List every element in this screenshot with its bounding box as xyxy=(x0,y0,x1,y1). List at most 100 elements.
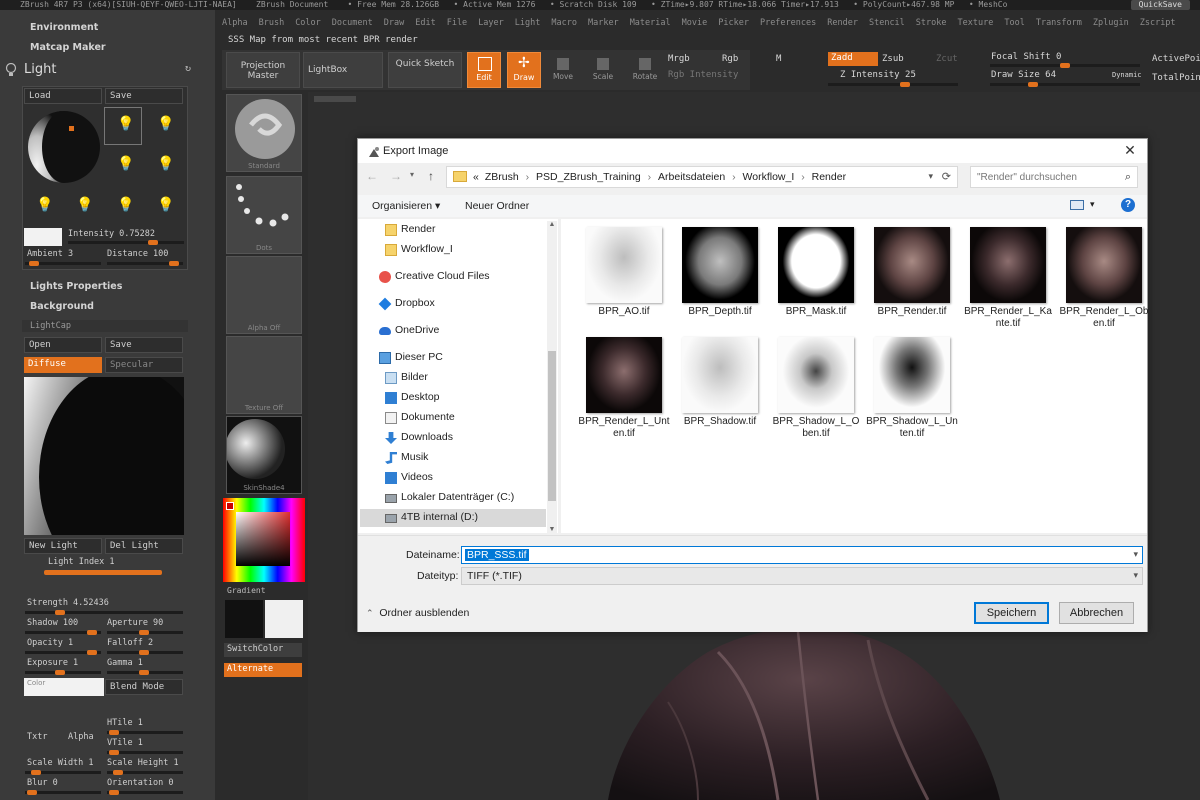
switchcolor-button[interactable]: SwitchColor xyxy=(224,643,302,657)
filetype-dropdown-icon[interactable]: ▾ xyxy=(1133,570,1138,581)
bulb-icon[interactable]: 💡 xyxy=(36,197,53,213)
nav-item[interactable]: Dokumente xyxy=(401,411,455,423)
opacity-slider[interactable] xyxy=(25,650,101,655)
environment-menu[interactable]: Environment xyxy=(30,22,98,33)
file-item[interactable]: BPR_Render_L_Unten.tif xyxy=(578,337,670,440)
filename-input[interactable]: BPR_SSS.tif ▾ xyxy=(461,546,1143,564)
file-item[interactable]: BPR_Shadow_L_Unten.tif xyxy=(866,337,958,440)
bulb-icon[interactable]: 💡 xyxy=(117,156,134,172)
menu-alpha[interactable]: Alpha xyxy=(222,18,248,28)
menu-draw[interactable]: Draw xyxy=(384,18,404,28)
menu-tool[interactable]: Tool xyxy=(1004,18,1024,28)
scale-height-slider[interactable] xyxy=(107,770,183,775)
draw-button[interactable]: ✢ Draw xyxy=(507,52,541,88)
blur-slider[interactable] xyxy=(25,790,101,795)
shadow-slider[interactable] xyxy=(25,630,101,635)
bulb-icon[interactable]: 💡 xyxy=(157,156,174,172)
refresh-icon[interactable]: ↻ xyxy=(185,64,195,74)
nav-item[interactable]: 4TB internal (D:) xyxy=(401,511,478,523)
lights-properties-menu[interactable]: Lights Properties xyxy=(30,281,122,292)
orientation-slider[interactable] xyxy=(107,790,183,795)
search-input[interactable]: "Render" durchsuchen ⌕ xyxy=(970,166,1138,188)
quick-sketch-button[interactable]: Quick Sketch xyxy=(388,52,462,88)
light-color-swatch[interactable] xyxy=(24,228,62,246)
nav-item[interactable]: Dieser PC xyxy=(395,351,443,363)
rotate-button[interactable]: Rotate xyxy=(628,52,662,88)
breadcrumb-separator-icon[interactable]: › xyxy=(798,171,807,183)
scroll-down-icon[interactable]: ▼ xyxy=(547,526,557,533)
nav-item[interactable]: Bilder xyxy=(401,371,428,383)
file-item[interactable]: BPR_Shadow.tif xyxy=(674,337,766,428)
refresh-icon[interactable]: ⟳ xyxy=(942,170,951,183)
menu-movie[interactable]: Movie xyxy=(682,18,708,28)
nav-item[interactable]: Render xyxy=(401,223,435,235)
texture-thumbnail[interactable]: Texture Off xyxy=(226,336,302,414)
del-light-button[interactable]: Del Light xyxy=(105,538,183,554)
txtr-label[interactable]: Txtr xyxy=(27,732,47,742)
menu-light[interactable]: Light xyxy=(515,18,541,28)
light-index-slider[interactable] xyxy=(44,570,162,575)
canvas-scroll-handle[interactable] xyxy=(314,96,356,102)
menu-zscript[interactable]: Zscript xyxy=(1140,18,1176,28)
zadd-toggle[interactable]: Zadd xyxy=(828,52,878,66)
file-item[interactable]: BPR_Depth.tif xyxy=(674,227,766,318)
menu-edit[interactable]: Edit xyxy=(415,18,435,28)
light-palette-title[interactable]: Light xyxy=(24,62,56,77)
menu-marker[interactable]: Marker xyxy=(588,18,619,28)
filetype-select[interactable]: TIFF (*.TIF) ▾ xyxy=(461,567,1143,585)
file-item[interactable]: BPR_Render_L_Oben.tif xyxy=(1058,227,1150,330)
breadcrumb-item[interactable]: ZBrush xyxy=(485,171,519,183)
menu-render[interactable]: Render xyxy=(827,18,858,28)
falloff-slider[interactable] xyxy=(107,650,183,655)
blend-mode-button[interactable]: Blend Mode xyxy=(105,679,183,695)
breadcrumb-separator-icon[interactable]: › xyxy=(729,171,738,183)
view-options-icon[interactable] xyxy=(1070,200,1084,210)
save-button[interactable]: Speichern xyxy=(974,602,1049,624)
help-icon[interactable]: ? xyxy=(1121,198,1135,212)
menu-document[interactable]: Document xyxy=(332,18,373,28)
menu-transform[interactable]: Transform xyxy=(1036,18,1082,28)
intensity-slider[interactable] xyxy=(68,240,184,245)
dynamic-toggle[interactable]: Dynamic xyxy=(1112,71,1142,79)
up-arrow-icon[interactable]: ↑ xyxy=(428,169,444,185)
focal-shift-slider[interactable] xyxy=(990,63,1140,68)
nav-item[interactable]: Musik xyxy=(401,451,428,463)
stroke-thumbnail[interactable]: Dots xyxy=(226,176,302,254)
ambient-slider[interactable] xyxy=(25,261,101,266)
light-sphere-preview[interactable] xyxy=(27,110,101,184)
alternate-button[interactable]: Alternate xyxy=(224,663,302,677)
bulb-icon[interactable]: 💡 xyxy=(157,116,174,132)
lightcap-open-button[interactable]: Open xyxy=(24,337,102,353)
nav-item[interactable]: Desktop xyxy=(401,391,440,403)
diffuse-toggle[interactable]: Diffuse xyxy=(24,357,102,373)
file-item[interactable]: BPR_Shadow_L_Oben.tif xyxy=(770,337,862,440)
address-dropdown-icon[interactable]: ▾ xyxy=(928,171,933,182)
scale-button[interactable]: Scale xyxy=(588,52,618,88)
scroll-up-icon[interactable]: ▲ xyxy=(547,221,557,228)
new-folder-button[interactable]: Neuer Ordner xyxy=(465,200,529,212)
scale-width-slider[interactable] xyxy=(25,770,101,775)
mrgb-toggle[interactable]: Mrgb xyxy=(668,54,690,64)
breadcrumb-item[interactable]: Workflow_I xyxy=(743,171,795,183)
exposure-slider[interactable] xyxy=(25,670,101,675)
menu-layer[interactable]: Layer xyxy=(478,18,504,28)
projection-master-button[interactable]: Projection Master xyxy=(226,52,300,88)
nav-item[interactable]: Downloads xyxy=(401,431,453,443)
nav-item[interactable]: Lokaler Datenträger (C:) xyxy=(401,491,514,503)
zsub-toggle[interactable]: Zsub xyxy=(882,54,904,64)
background-menu[interactable]: Background xyxy=(30,301,94,312)
alpha-label[interactable]: Alpha xyxy=(68,732,94,742)
menu-texture[interactable]: Texture xyxy=(958,18,994,28)
nav-scrollbar[interactable]: ▲ ▼ xyxy=(547,221,557,533)
breadcrumb-item[interactable]: PSD_ZBrush_Training xyxy=(536,171,641,183)
menu-stencil[interactable]: Stencil xyxy=(869,18,905,28)
file-item[interactable]: BPR_Mask.tif xyxy=(770,227,862,318)
nav-item[interactable]: Workflow_I xyxy=(401,243,453,255)
light-save-button[interactable]: Save xyxy=(105,88,183,104)
lightcap-save-button[interactable]: Save xyxy=(105,337,183,353)
m-toggle[interactable]: M xyxy=(776,54,781,64)
close-icon[interactable]: ✕ xyxy=(1121,141,1139,159)
lightcap-color-swatch[interactable]: Color xyxy=(24,678,104,696)
menu-picker[interactable]: Picker xyxy=(718,18,749,28)
hide-folders-toggle[interactable]: ⌃ Ordner ausblenden xyxy=(366,607,469,619)
